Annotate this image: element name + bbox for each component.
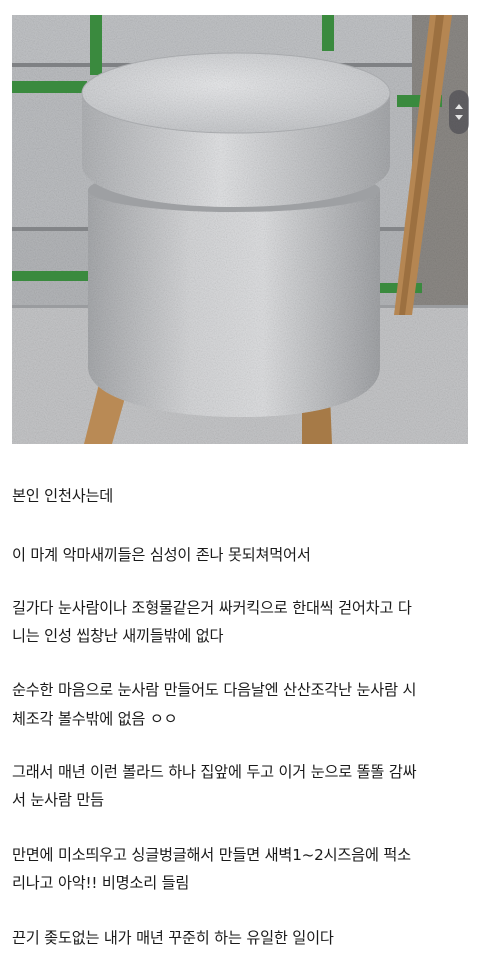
post-line: 끈기 좆도없는 내가 매년 꾸준히 하는 유일한 일이다: [12, 929, 334, 947]
post-line: 본인 인천사는데: [12, 487, 114, 505]
chevron-up-icon[interactable]: [455, 104, 463, 109]
post-line: 길가다 눈사람이나 조형물같은거 싸커킥으로 한대씩 걷어차고 다: [12, 599, 412, 617]
post-line: 순수한 마음으로 눈사람 만들어도 다음날엔 산산조각난 눈사람 시: [12, 681, 417, 699]
post-line: 이 마계 악마새끼들은 심성이 존나 못되쳐먹어서: [12, 546, 311, 564]
post-line: 니는 인성 씹창난 새끼들밖에 없다: [12, 627, 224, 645]
post-photo: [12, 15, 468, 444]
post-line: 서 눈사람 만듬: [12, 791, 104, 809]
post-line: 리나고 아악!! 비명소리 들림: [12, 874, 190, 892]
post-line: 만면에 미소띄우고 싱글벙글해서 만들면 새벽1~2시즈음에 퍽소: [12, 846, 411, 864]
post-line: 체조각 볼수밖에 없음 ㅇㅇ: [12, 710, 178, 728]
post-line: 그래서 매년 이런 볼라드 하나 집앞에 두고 이거 눈으로 똘똘 감싸: [12, 763, 417, 781]
scroll-arrows-icon[interactable]: [449, 90, 469, 134]
granite-bollard-image: [12, 15, 468, 444]
chevron-down-icon[interactable]: [455, 115, 463, 120]
